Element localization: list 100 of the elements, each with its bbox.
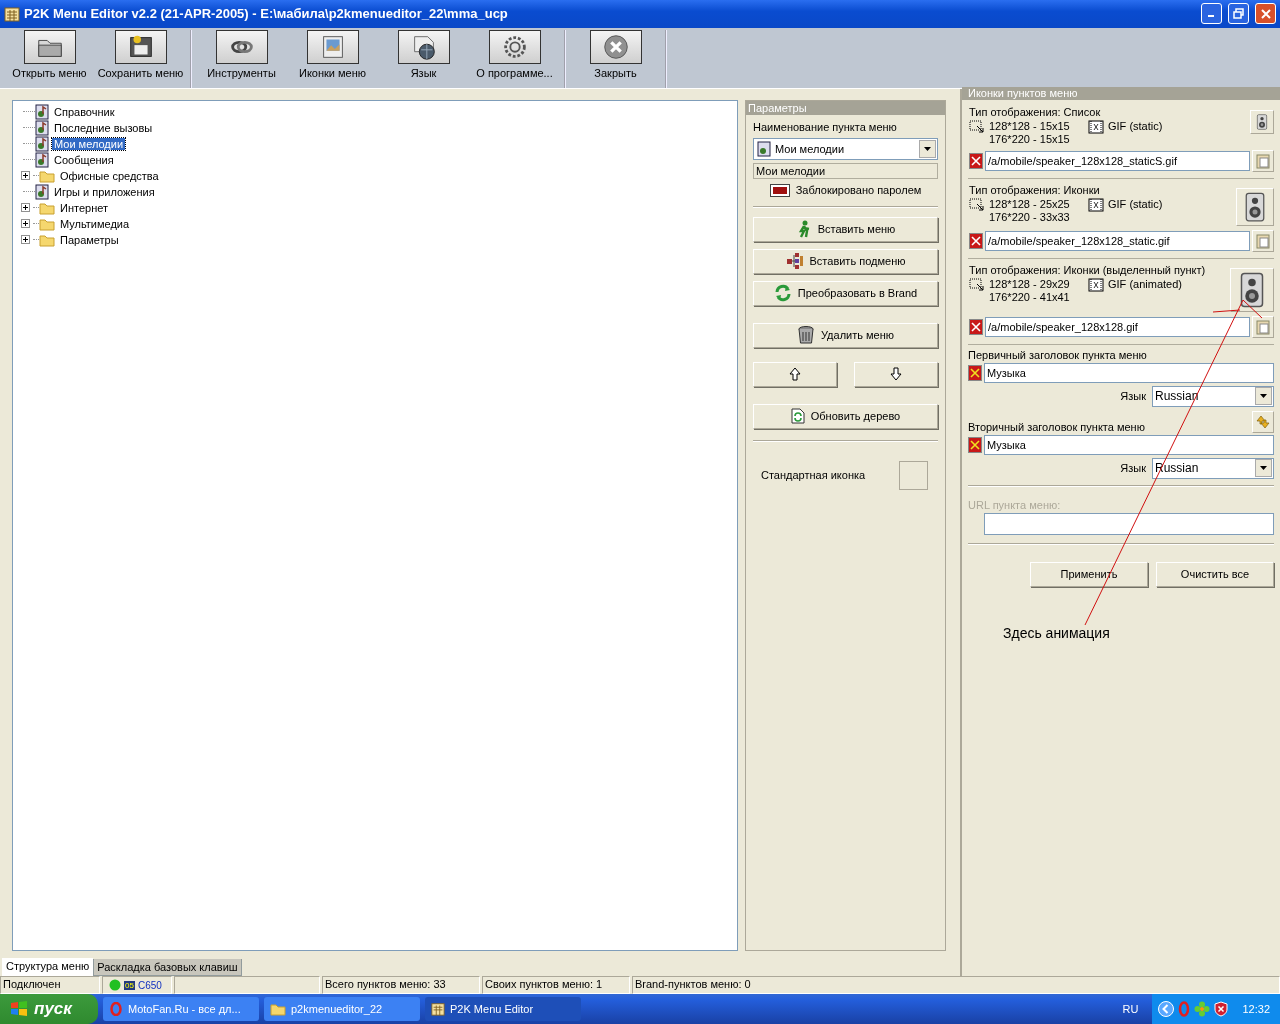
- clear-button[interactable]: [969, 152, 983, 169]
- display-type-label: Тип отображения: Иконки: [969, 183, 1101, 196]
- tree-item[interactable]: Последние вызовы: [52, 121, 155, 134]
- speaker-icon: [1255, 113, 1269, 130]
- icon-sizes: 128*128 - 29x29 176*220 - 41x41: [989, 277, 1071, 304]
- app-icon: [431, 1002, 445, 1016]
- phone-model: C650: [137, 979, 162, 991]
- expand-toggle[interactable]: [21, 219, 30, 229]
- toolbar-button[interactable]: Язык: [378, 29, 469, 88]
- taskbar-button[interactable]: p2kmenueditor_22: [264, 997, 420, 1021]
- expand-toggle[interactable]: [21, 171, 30, 181]
- tree-item[interactable]: Сообщения: [52, 153, 116, 166]
- film-icon: [1088, 277, 1104, 292]
- swap-arrows-icon: [1255, 413, 1271, 430]
- resize-icon: [969, 197, 985, 212]
- panel-button[interactable]: Очистить все: [1156, 561, 1274, 587]
- note-icon: [35, 103, 49, 120]
- action-button[interactable]: Вставить подменю: [753, 248, 938, 274]
- icon-sizes: 128*128 - 15x15 176*220 - 15x15: [989, 119, 1071, 146]
- action-button[interactable]: Преобразовать в Brand: [753, 280, 938, 306]
- tree-item[interactable]: Параметры: [58, 233, 121, 246]
- toolbar-button[interactable]: О программе...: [469, 29, 560, 88]
- app-icon: [4, 5, 20, 22]
- tree-item[interactable]: Интернет: [58, 201, 110, 214]
- toolbar-button[interactable]: Инструменты: [196, 29, 287, 88]
- note-icon: [35, 151, 49, 168]
- icon-preview-button[interactable]: [1250, 109, 1274, 134]
- browse-button[interactable]: [1252, 315, 1274, 338]
- shield-icon[interactable]: [1214, 1001, 1229, 1017]
- action-button[interactable]: Удалить меню: [753, 322, 938, 348]
- panel-button[interactable]: Применить: [1030, 561, 1148, 587]
- expand-toggle[interactable]: [21, 203, 30, 213]
- dropdown-arrow-icon: [924, 146, 931, 151]
- display-type-label: Тип отображения: Иконки (выделенный пункт): [969, 263, 1207, 276]
- swap-button[interactable]: [1252, 410, 1274, 433]
- title-field[interactable]: Музыка: [984, 434, 1274, 455]
- icon-path-field[interactable]: /a/mobile/speaker_128x128_staticS.gif: [985, 150, 1250, 171]
- url-field[interactable]: [984, 512, 1274, 535]
- brand-items: Brand-пунктов меню: 0: [632, 976, 1280, 994]
- standard-icon-box: [899, 460, 928, 490]
- menu-item-select[interactable]: Мои мелодии: [753, 137, 938, 160]
- taskbar-button[interactable]: MotoFan.Ru - все дл...: [103, 997, 259, 1021]
- icon-preview-button[interactable]: [1236, 187, 1274, 226]
- note-icon: [35, 119, 49, 136]
- tree-item[interactable]: Игры и приложения: [52, 185, 157, 198]
- minimize-button[interactable]: [1201, 3, 1222, 25]
- icon-path-field[interactable]: /a/mobile/speaker_128x128_static.gif: [985, 230, 1250, 251]
- refresh-arrows-icon: [773, 284, 792, 303]
- resize-icon: [969, 119, 985, 134]
- folder-icon: [39, 168, 55, 183]
- close-button[interactable]: [1255, 3, 1276, 25]
- refresh-tree-button[interactable]: Обновить дерево: [753, 403, 938, 429]
- windows-flag-icon: [10, 1000, 28, 1018]
- connection-status: Подключен: [0, 976, 100, 994]
- taskbar-button[interactable]: P2K Menu Editor: [425, 997, 581, 1021]
- browse-button[interactable]: [1252, 229, 1274, 252]
- toolbar-button[interactable]: Открыть меню: [4, 29, 95, 88]
- dropdown-arrow-icon: [1260, 466, 1267, 471]
- icon-path-field[interactable]: /a/mobile/speaker_128x128.gif: [985, 316, 1250, 337]
- toolbar-button[interactable]: Иконки меню: [287, 29, 378, 88]
- format-label: GIF (animated): [1108, 277, 1182, 292]
- tab[interactable]: Структура меню: [2, 958, 94, 977]
- film-icon: [1088, 119, 1104, 134]
- up-arrow-icon: [789, 367, 801, 382]
- language-select[interactable]: Russian: [1152, 385, 1274, 407]
- toolbar-button[interactable]: Закрыть: [570, 29, 661, 88]
- expand-toggle[interactable]: [21, 235, 30, 245]
- move-up-button[interactable]: [753, 361, 837, 387]
- browse-button[interactable]: [1252, 149, 1274, 172]
- clear-button[interactable]: [968, 436, 982, 453]
- icon-preview-button[interactable]: [1230, 267, 1274, 312]
- tree-item[interactable]: Мультимедиа: [58, 217, 132, 230]
- lock-icon: [769, 183, 790, 197]
- title-field[interactable]: Музыка: [984, 362, 1274, 383]
- action-button[interactable]: Вставить меню: [753, 216, 938, 242]
- toolbar-button[interactable]: Сохранить меню: [95, 29, 186, 88]
- language-select[interactable]: Russian: [1152, 457, 1274, 479]
- input-language[interactable]: RU: [1122, 1003, 1139, 1015]
- tree-item[interactable]: Офисные средства: [58, 169, 161, 182]
- clear-button[interactable]: [968, 364, 982, 381]
- folder-icon: [39, 232, 55, 247]
- tree-item[interactable]: Справочник: [52, 105, 117, 118]
- dropdown-arrow-icon: [1260, 394, 1267, 399]
- window-title: P2K Menu Editor v2.2 (21-APR-2005) - E:\мабила\p2kmenueditor_22\mma_ucp: [24, 6, 509, 22]
- clear-button[interactable]: [969, 232, 983, 249]
- tab[interactable]: Раскладка базовых клавиш: [93, 959, 242, 977]
- standard-icon-label: Стандартная иконка: [761, 469, 866, 482]
- folder-icon: [39, 216, 55, 231]
- total-items: Всего пунктов меню: 33: [322, 976, 480, 994]
- cross-icon: [970, 439, 980, 450]
- maximize-button[interactable]: [1228, 3, 1249, 25]
- trash-can-icon: [796, 325, 815, 346]
- clear-button[interactable]: [969, 318, 983, 335]
- chevron-left-icon[interactable]: [1158, 1001, 1175, 1017]
- film-icon: [1088, 197, 1104, 212]
- cross-icon: [971, 155, 981, 166]
- start-button[interactable]: пуск: [0, 994, 98, 1024]
- move-down-button[interactable]: [854, 361, 938, 387]
- document-refresh-icon: [790, 408, 805, 425]
- tree-item[interactable]: Мои мелодии: [52, 137, 126, 150]
